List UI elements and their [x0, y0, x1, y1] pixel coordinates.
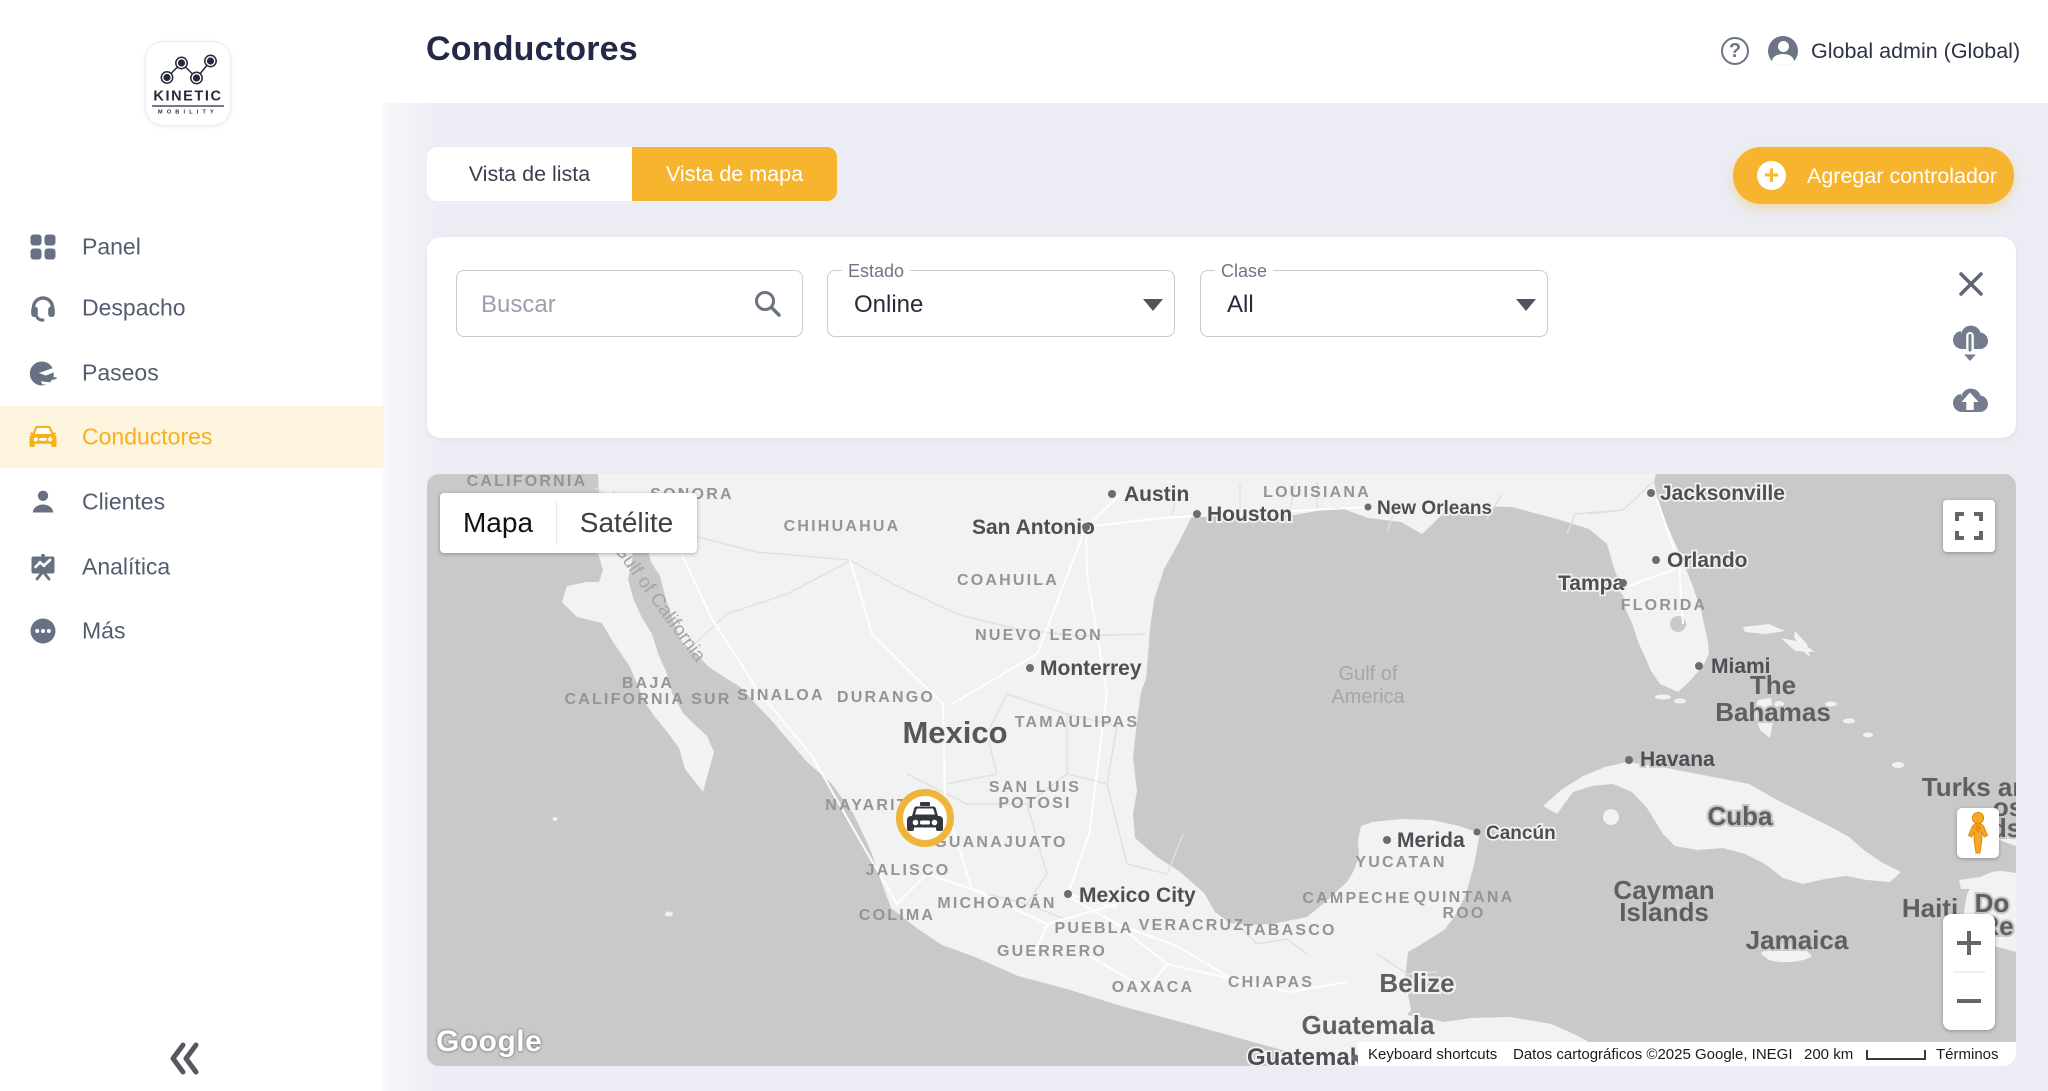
svg-text:San Antonio: San Antonio [972, 516, 1095, 539]
svg-text:Jamaica: Jamaica [1746, 925, 1849, 955]
svg-text:OAXACA: OAXACA [1112, 979, 1195, 996]
svg-text:Orlando: Orlando [1667, 549, 1748, 572]
svg-text:CALIFORNIA: CALIFORNIA [467, 474, 588, 490]
svg-text:DURANGO: DURANGO [837, 689, 935, 706]
svg-text:KINETIC: KINETIC [153, 89, 222, 105]
svg-text:QUINTANA: QUINTANA [1414, 889, 1515, 906]
svg-text:ROO: ROO [1442, 905, 1485, 922]
svg-text:Guatemala: Guatemala [1302, 1010, 1435, 1040]
svg-text:TAMAULIPAS: TAMAULIPAS [1015, 714, 1140, 731]
svg-text:COAHUILA: COAHUILA [957, 572, 1059, 589]
svg-text:Monterrey: Monterrey [1040, 657, 1142, 680]
svg-text:Mexico: Mexico [902, 715, 1007, 750]
svg-text:Bahamas: Bahamas [1715, 697, 1831, 727]
svg-text:Islands: Islands [1619, 897, 1709, 927]
svg-text:POTOSI: POTOSI [998, 795, 1071, 812]
svg-text:Cuba: Cuba [1708, 801, 1774, 831]
svg-text:PUEBLA: PUEBLA [1055, 920, 1134, 937]
svg-text:GUANAJUATO: GUANAJUATO [934, 834, 1067, 851]
svg-text:JALISCO: JALISCO [866, 862, 951, 879]
svg-text:MICHOACÁN: MICHOACÁN [937, 893, 1056, 912]
svg-text:Guatemala: Guatemala [1247, 1044, 1370, 1066]
svg-text:SINALOA: SINALOA [737, 687, 824, 704]
svg-text:NUEVO LEON: NUEVO LEON [975, 627, 1103, 644]
svg-text:Mexico City: Mexico City [1079, 884, 1196, 907]
svg-text:CALIFORNIA SUR: CALIFORNIA SUR [564, 691, 731, 708]
svg-text:Houston: Houston [1207, 503, 1292, 526]
svg-text:America: America [1331, 686, 1405, 708]
svg-text:CAMPECHE: CAMPECHE [1302, 890, 1411, 907]
svg-text:VERACRUZ: VERACRUZ [1139, 917, 1246, 934]
svg-text:Merida: Merida [1397, 829, 1465, 852]
svg-text:Tampa: Tampa [1558, 572, 1624, 595]
svg-text:FLORIDA: FLORIDA [1621, 597, 1708, 614]
svg-text:BAJA: BAJA [622, 675, 674, 692]
svg-text:Belize: Belize [1379, 968, 1454, 998]
svg-text:MOBILITY: MOBILITY [158, 110, 218, 116]
svg-text:Cancún: Cancún [1486, 823, 1556, 844]
svg-text:Havana: Havana [1640, 748, 1715, 771]
svg-text:YUCATAN: YUCATAN [1355, 854, 1446, 871]
svg-text:New Orleans: New Orleans [1377, 498, 1492, 519]
svg-text:CHIAPAS: CHIAPAS [1228, 974, 1314, 991]
svg-text:Miami: Miami [1711, 655, 1771, 678]
svg-text:Gulf of: Gulf of [1339, 663, 1398, 685]
svg-text:Jacksonville: Jacksonville [1660, 482, 1785, 505]
svg-text:Austin: Austin [1124, 483, 1189, 506]
svg-text:CHIHUAHUA: CHIHUAHUA [784, 518, 901, 535]
svg-text:LOUISIANA: LOUISIANA [1263, 484, 1371, 501]
svg-text:COLIMA: COLIMA [859, 907, 935, 924]
svg-text:SAN LUIS: SAN LUIS [989, 779, 1081, 796]
svg-text:GUERRERO: GUERRERO [997, 943, 1107, 960]
svg-text:TABASCO: TABASCO [1243, 922, 1336, 939]
